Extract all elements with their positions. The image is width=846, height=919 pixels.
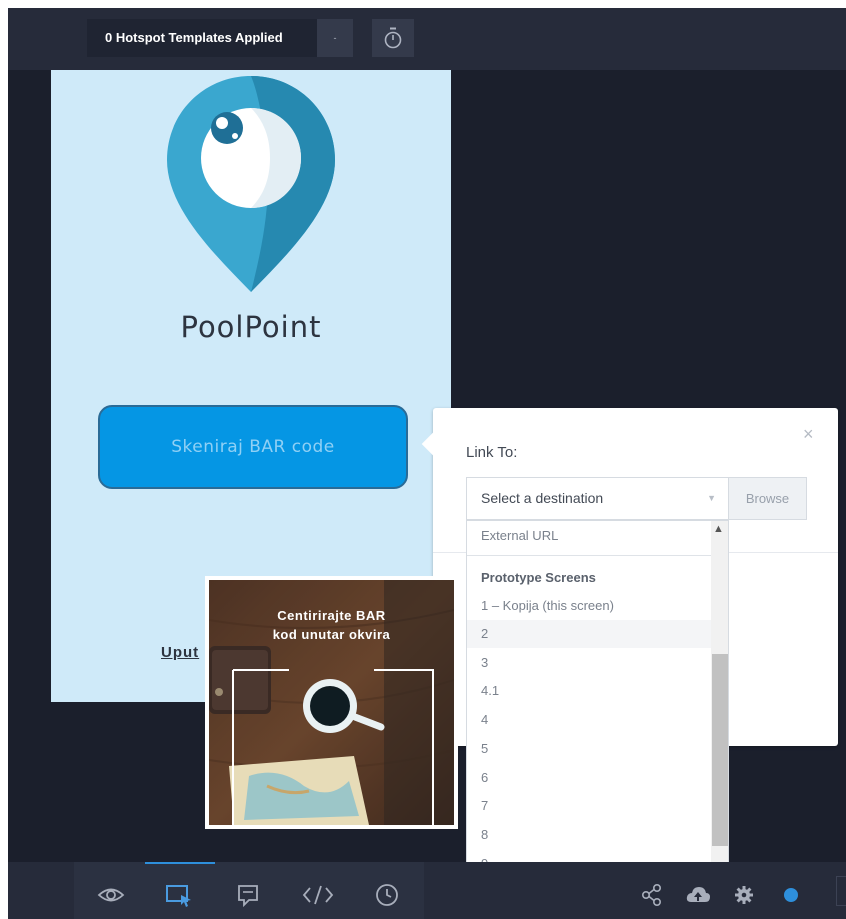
comment-icon[interactable] <box>235 882 263 908</box>
scroll-up-icon[interactable]: ▲ <box>713 523 724 535</box>
templates-dropdown-toggle[interactable]: - <box>317 19 353 57</box>
scan-barcode-button[interactable]: Skeniraj BAR code <box>98 405 408 489</box>
active-mode-indicator <box>145 862 215 864</box>
share-icon[interactable] <box>640 882 664 908</box>
bottom-toolbar <box>8 862 846 919</box>
hotspot-templates-button[interactable]: 0 Hotspot Templates Applied <box>87 19 317 57</box>
instructions-link[interactable]: Uput <box>161 644 199 661</box>
dropdown-item-screen[interactable]: 6 <box>467 764 711 792</box>
status-dot[interactable] <box>784 888 798 902</box>
browse-button[interactable]: Browse <box>728 477 807 520</box>
dropdown-item-screen[interactable]: 3 <box>467 649 711 677</box>
dropdown-section-title: Prototype Screens <box>481 570 596 585</box>
eye-icon[interactable] <box>97 882 125 908</box>
dropdown-item-screen[interactable]: 5 <box>467 735 711 763</box>
close-icon[interactable]: × <box>803 424 814 445</box>
destination-dropdown-list: External URL Prototype Screens 1 – Kopij… <box>466 520 729 863</box>
window-frame-top <box>0 0 846 8</box>
destination-select[interactable]: Select a destination ▼ <box>466 477 728 520</box>
dropdown-item-screen[interactable]: 8 <box>467 821 711 849</box>
code-icon[interactable] <box>301 882 335 908</box>
camera-preview-image: Centirirajte BAR kod unutar okvira <box>205 576 458 829</box>
dropdown-item-screen[interactable]: 2 <box>467 620 711 648</box>
location-pin-logo-icon <box>167 76 335 292</box>
hotspot-cursor-icon[interactable] <box>165 882 193 908</box>
brand-title: PoolPoint <box>180 310 322 344</box>
camera-instruction-line1: Centirirajte BAR <box>277 608 386 623</box>
dropdown-item-screen[interactable]: 7 <box>467 792 711 820</box>
camera-instruction-line2: kod unutar okvira <box>272 627 391 642</box>
dropdown-item-external-url[interactable]: External URL <box>467 522 711 550</box>
stopwatch-icon <box>384 27 402 49</box>
scrollbar-thumb[interactable] <box>712 654 728 846</box>
dropdown-item-screen[interactable]: 4.1 <box>467 677 711 705</box>
panel-edge <box>836 876 846 906</box>
cloud-upload-icon[interactable] <box>685 882 711 908</box>
destination-select-placeholder: Select a destination <box>481 490 604 506</box>
link-to-title: Link To: <box>466 444 518 461</box>
chevron-down-icon: ▼ <box>707 493 716 503</box>
dropdown-item-screen[interactable]: 1 – Kopija (this screen) <box>467 592 711 620</box>
dropdown-separator <box>467 555 711 556</box>
timer-button[interactable] <box>372 19 414 57</box>
dropdown-item-screen[interactable]: 4 <box>467 706 711 734</box>
window-frame-left <box>0 0 8 919</box>
gear-icon[interactable] <box>733 882 755 908</box>
clock-icon[interactable] <box>373 882 401 908</box>
